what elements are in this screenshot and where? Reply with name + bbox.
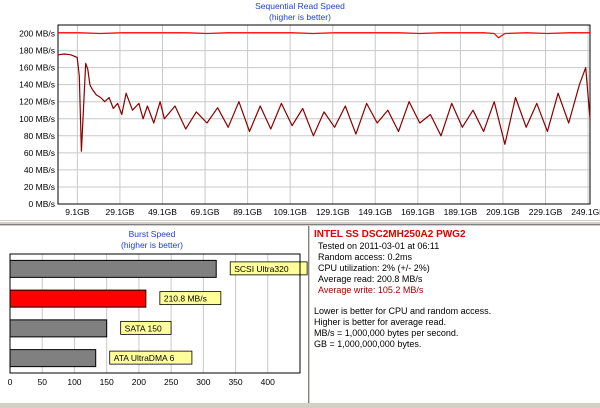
- seq-x-tick-label: 169.1GB: [401, 207, 435, 217]
- panel-splitter[interactable]: [0, 221, 600, 225]
- seq-series-write-line: [57, 53, 591, 152]
- burst-bar-label: SATA 150: [125, 323, 162, 333]
- seq-y-tick-label: 140 MB/s: [19, 80, 55, 90]
- seq-y-tick-label: 180 MB/s: [19, 46, 55, 56]
- burst-chart-subtitle: (higher is better): [121, 240, 183, 250]
- seq-x-tick-label: 9.1GB: [65, 207, 89, 217]
- burst-bar: [9, 259, 217, 278]
- seq-plot-frame: [57, 24, 591, 205]
- burst-bars: SCSI Ultra320 210.8 MB/s SATA 150 ATA Ultra…: [9, 259, 308, 368]
- seq-x-tick-label: 29.1GB: [106, 207, 135, 217]
- burst-speed-chart: Burst Speed (higher is better) SCSI Ultr…: [8, 229, 308, 387]
- average-write: Average write: 105.2 MB/s: [318, 285, 424, 295]
- seq-y-tick-label: 160 MB/s: [19, 63, 55, 73]
- seq-y-tick-label: 60 MB/s: [24, 148, 55, 158]
- seq-x-tick-label: 249.1GB: [571, 207, 600, 217]
- burst-x-tick-label: 250: [164, 377, 178, 387]
- note-mbs-definition: MB/s = 1,000,000 bytes per second.: [314, 328, 459, 338]
- burst-x-tick-label: 100: [67, 377, 81, 387]
- cpu-utilization: CPU utilization: 2% (+/- 2%): [318, 263, 430, 273]
- burst-bar-label: ATA UltraDMA 6: [114, 353, 175, 363]
- burst-speed-panel: Burst Speed (higher is better) SCSI Ultr…: [0, 226, 309, 403]
- burst-bar-label: 210.8 MB/s: [164, 294, 207, 304]
- burst-x-tick-label: 350: [228, 377, 242, 387]
- burst-bar: [9, 349, 97, 368]
- seq-grid: [58, 25, 590, 205]
- seq-x-tick-label: 49.1GB: [148, 207, 177, 217]
- seq-x-tick-label: 149.1GB: [359, 207, 393, 217]
- burst-bar: [9, 289, 147, 308]
- seq-y-tick-label: 0 MB/s: [29, 199, 55, 209]
- seq-x-tick-label: 189.1GB: [444, 207, 478, 217]
- burst-bar-label: SCSI Ultra320: [234, 264, 289, 274]
- burst-x-tick-label: 150: [100, 377, 114, 387]
- seq-y-tick-label: 40 MB/s: [24, 165, 55, 175]
- seq-y-tick-label: 20 MB/s: [24, 182, 55, 192]
- random-access: Random access: 0.2ms: [318, 252, 413, 262]
- burst-x-tick-label: 50: [37, 377, 47, 387]
- note-cpu-random: Lower is better for CPU and random acces…: [314, 306, 492, 316]
- seq-chart-title: Sequential Read Speed: [255, 1, 345, 11]
- burst-chart-title: Burst Speed: [129, 229, 176, 239]
- seq-chart-subtitle: (higher is better): [269, 12, 331, 22]
- burst-x-tick-label: 300: [196, 377, 210, 387]
- note-gb-definition: GB = 1,000,000,000 bytes.: [314, 339, 422, 349]
- seq-x-tick-label: 229.1GB: [529, 207, 563, 217]
- seq-x-tick-label: 89.1GB: [233, 207, 262, 217]
- drive-name: INTEL SS DSC2MH250A2 PWG2: [314, 229, 466, 240]
- burst-x-tick-label: 200: [132, 377, 146, 387]
- seq-x-tick-label: 209.1GB: [486, 207, 520, 217]
- seq-x-axis: 9.1GB 29.1GB 49.1GB 69.1GB 89.1GB 109.1GB 129.…: [65, 207, 600, 217]
- seq-y-tick-label: 120 MB/s: [19, 97, 55, 107]
- seq-y-tick-label: 100 MB/s: [19, 114, 55, 124]
- tested-on: Tested on 2011-03-01 at 06:11: [318, 241, 440, 251]
- burst-x-axis: 0 50 100 150 200 250 300 350 400: [8, 377, 276, 387]
- seq-y-tick-label: 200 MB/s: [19, 29, 55, 39]
- note-average-read: Higher is better for average read.: [314, 317, 447, 327]
- test-info-panel: INTEL SS DSC2MH250A2 PWG2 Tested on 2011…: [310, 226, 600, 403]
- average-read: Average read: 200.8 MB/s: [318, 274, 423, 284]
- burst-bar: [9, 319, 108, 338]
- seq-y-tick-label: 80 MB/s: [24, 131, 55, 141]
- seq-x-tick-label: 129.1GB: [316, 207, 350, 217]
- seq-x-tick-label: 109.1GB: [273, 207, 307, 217]
- seq-y-axis: 0 MB/s 20 MB/s 40 MB/s 60 MB/s 80 MB/s 100 MB…: [19, 29, 55, 209]
- burst-x-tick-label: 400: [261, 377, 275, 387]
- seq-x-tick-label: 69.1GB: [191, 207, 220, 217]
- sequential-read-panel: Sequential Read Speed (higher is better)…: [0, 0, 600, 220]
- burst-x-tick-label: 0: [8, 377, 13, 387]
- sequential-read-chart: Sequential Read Speed (higher is better)…: [19, 1, 600, 217]
